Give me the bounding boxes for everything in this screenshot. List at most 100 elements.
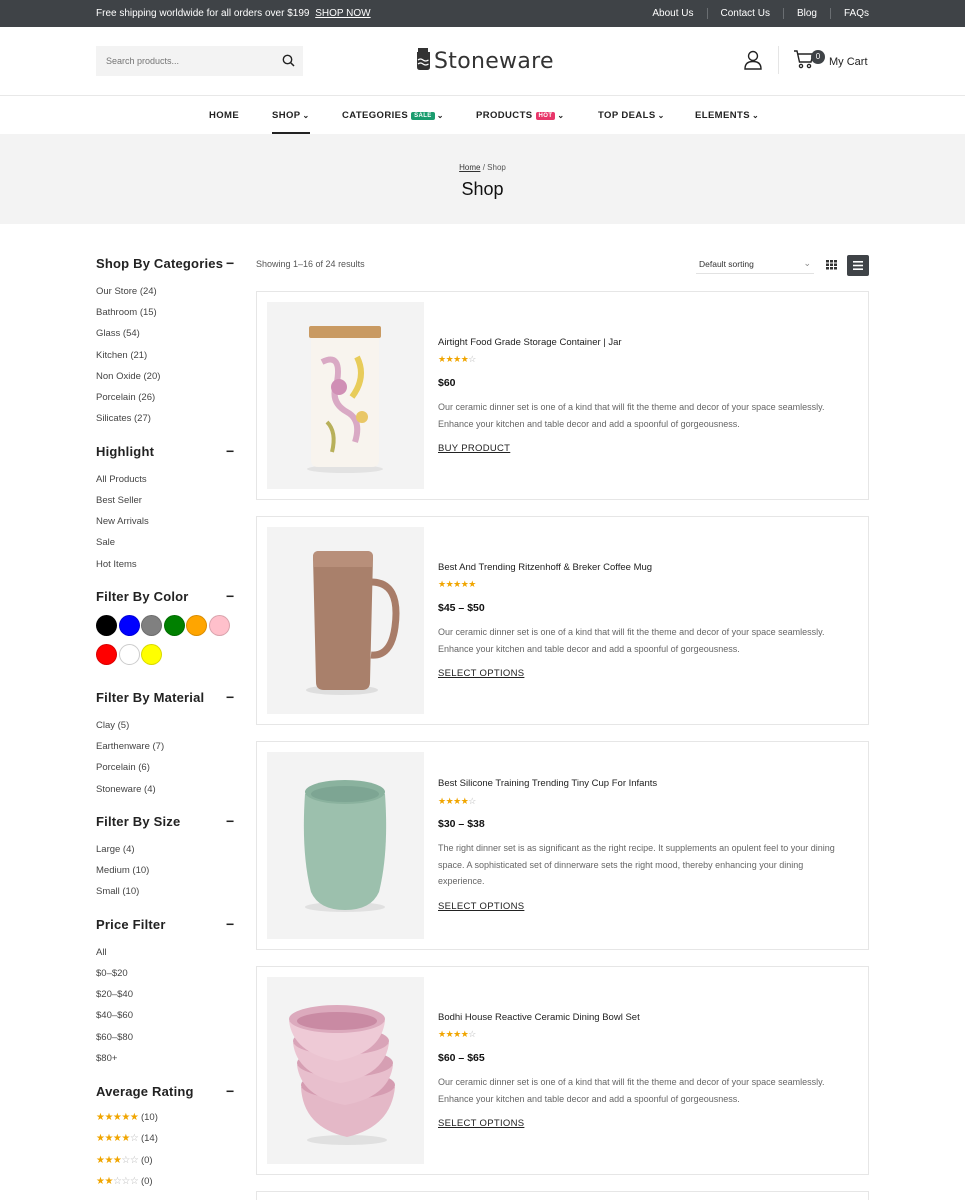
product-name[interactable]: Bodhi House Reactive Ceramic Dining Bowl… (438, 1012, 640, 1023)
color-swatch[interactable] (96, 615, 117, 636)
category-item[interactable]: Non Oxide (20) (96, 371, 160, 382)
nav-elements[interactable]: ELEMENTS ⌄ (695, 110, 759, 121)
categories-collapse-toggle[interactable]: − (226, 256, 234, 270)
product-card: Airtight Food Grade Storage Container | … (256, 291, 869, 500)
chevron-down-icon: ⌄ (436, 111, 444, 120)
color-swatch[interactable] (118, 615, 140, 636)
color-swatch[interactable] (96, 644, 117, 665)
sort-select[interactable]: Default sorting ⌄ (696, 255, 814, 274)
product-name[interactable]: Best Silicone Training Trending Tiny Cup… (438, 778, 657, 789)
size-item[interactable]: Small (10) (96, 886, 139, 897)
color-swatch[interactable] (141, 615, 163, 636)
category-item[interactable]: Our Store (24) (96, 286, 157, 297)
faqs-link[interactable]: FAQs (829, 8, 869, 19)
about-us-link[interactable]: About Us (639, 8, 706, 19)
rating-filter-item[interactable]: ★★★★☆ (14) (96, 1133, 158, 1144)
highlight-item[interactable]: Best Seller (96, 495, 142, 506)
price-item[interactable]: $0–$20 (96, 968, 128, 979)
breadcrumb-home-link[interactable]: Home (459, 163, 480, 172)
price-item[interactable]: $20–$40 (96, 989, 133, 1000)
sale-badge: SALE (411, 112, 435, 120)
rating-filter-item[interactable]: ★★☆☆☆ (0) (96, 1176, 153, 1187)
product-image[interactable] (267, 302, 424, 489)
color-swatch[interactable] (186, 615, 208, 636)
price-item[interactable]: $40–$60 (96, 1010, 133, 1021)
product-card: Bodhi House Reactive Ceramic Dining Bowl… (256, 966, 869, 1175)
buy-product-button[interactable]: BUY PRODUCT (438, 443, 510, 454)
shop-now-link[interactable]: SHOP NOW (315, 8, 370, 19)
highlight-item[interactable]: New Arrivals (96, 516, 149, 527)
product-image[interactable] (267, 527, 424, 714)
product-rating: ★★★★☆ (438, 354, 476, 364)
color-swatch[interactable] (209, 615, 230, 636)
nav-categories[interactable]: CATEGORIES SALE ⌄ (342, 110, 444, 121)
list-view-icon[interactable] (847, 255, 869, 276)
color-swatch[interactable] (141, 644, 163, 665)
nav-products[interactable]: PRODUCTS HOT ⌄ (476, 110, 565, 121)
select-options-button[interactable]: SELECT OPTIONS (438, 901, 524, 912)
nav-home[interactable]: HOME (209, 110, 239, 121)
material-item[interactable]: Clay (5) (96, 720, 129, 731)
product-image[interactable] (267, 752, 424, 939)
category-item[interactable]: Porcelain (26) (96, 392, 155, 403)
size-item[interactable]: Large (4) (96, 844, 135, 855)
category-item[interactable]: Glass (54) (96, 328, 140, 339)
nav-top-deals[interactable]: TOP DEALS ⌄ (598, 110, 665, 121)
header-divider (778, 46, 779, 74)
price-item[interactable]: $80+ (96, 1053, 117, 1064)
nav-top-deals-label: TOP DEALS (598, 110, 656, 121)
category-item[interactable]: Bathroom (15) (96, 307, 157, 318)
color-swatch[interactable] (163, 615, 185, 636)
nav-products-label: PRODUCTS (476, 110, 533, 121)
material-collapse-toggle[interactable]: − (226, 690, 234, 704)
results-count: Showing 1–16 of 24 results (256, 259, 365, 269)
search-input[interactable] (96, 46, 266, 76)
color-collapse-toggle[interactable]: − (226, 589, 234, 603)
star-rating: ★★★★☆ (96, 1133, 139, 1144)
rating-filter-item[interactable]: ★★★☆☆ (0) (96, 1155, 153, 1166)
rating-count: (10) (140, 1112, 158, 1123)
user-account-icon[interactable] (743, 50, 763, 75)
chevron-down-icon: ⌄ (657, 111, 665, 120)
contact-us-link[interactable]: Contact Us (706, 8, 783, 19)
product-description: The right dinner set is as significant a… (438, 843, 835, 886)
product-image[interactable] (267, 977, 424, 1164)
size-item[interactable]: Medium (10) (96, 865, 149, 876)
product-name[interactable]: Airtight Food Grade Storage Container | … (438, 337, 622, 348)
chevron-down-icon: ⌄ (557, 111, 565, 120)
material-item[interactable]: Stoneware (4) (96, 784, 156, 795)
material-item[interactable]: Porcelain (6) (96, 762, 150, 773)
highlight-collapse-toggle[interactable]: − (226, 444, 234, 458)
nav-shop-label: SHOP (272, 110, 301, 121)
site-logo[interactable]: Stoneware (416, 47, 554, 76)
select-options-button[interactable]: SELECT OPTIONS (438, 1118, 524, 1129)
logo-text: Stoneware (434, 49, 554, 74)
select-options-button[interactable]: SELECT OPTIONS (438, 668, 524, 679)
cart-count-badge: 0 (811, 50, 825, 64)
product-name[interactable]: Best And Trending Ritzenhoff & Breker Co… (438, 562, 652, 573)
cart-button[interactable]: 0 My Cart (793, 49, 868, 74)
price-collapse-toggle[interactable]: − (226, 917, 234, 931)
grid-view-icon[interactable] (823, 256, 840, 273)
promo-banner: Free shipping worldwide for all orders o… (96, 8, 371, 19)
chevron-down-icon: ⌄ (302, 111, 310, 120)
category-item[interactable]: Silicates (27) (96, 413, 151, 424)
blog-link[interactable]: Blog (782, 8, 830, 19)
star-rating: ★★★★★ (96, 1112, 139, 1123)
highlight-item[interactable]: Sale (96, 537, 115, 548)
product-card: Best And Trending Ritzenhoff & Breker Co… (256, 516, 869, 725)
rating-collapse-toggle[interactable]: − (226, 1084, 234, 1098)
price-item[interactable]: $60–$80 (96, 1032, 133, 1043)
page-title: Shop (461, 179, 504, 199)
search-icon[interactable] (282, 54, 295, 72)
highlight-item[interactable]: All Products (96, 474, 147, 485)
size-collapse-toggle[interactable]: − (226, 814, 234, 828)
nav-shop[interactable]: SHOP ⌄ (272, 110, 310, 134)
rating-filter-item[interactable]: ★★★★★ (10) (96, 1112, 158, 1123)
top-bar: Free shipping worldwide for all orders o… (0, 0, 965, 27)
material-item[interactable]: Earthenware (7) (96, 741, 164, 752)
highlight-item[interactable]: Hot Items (96, 559, 137, 570)
category-item[interactable]: Kitchen (21) (96, 350, 147, 361)
price-item[interactable]: All (96, 947, 107, 958)
color-swatch[interactable] (118, 644, 140, 665)
